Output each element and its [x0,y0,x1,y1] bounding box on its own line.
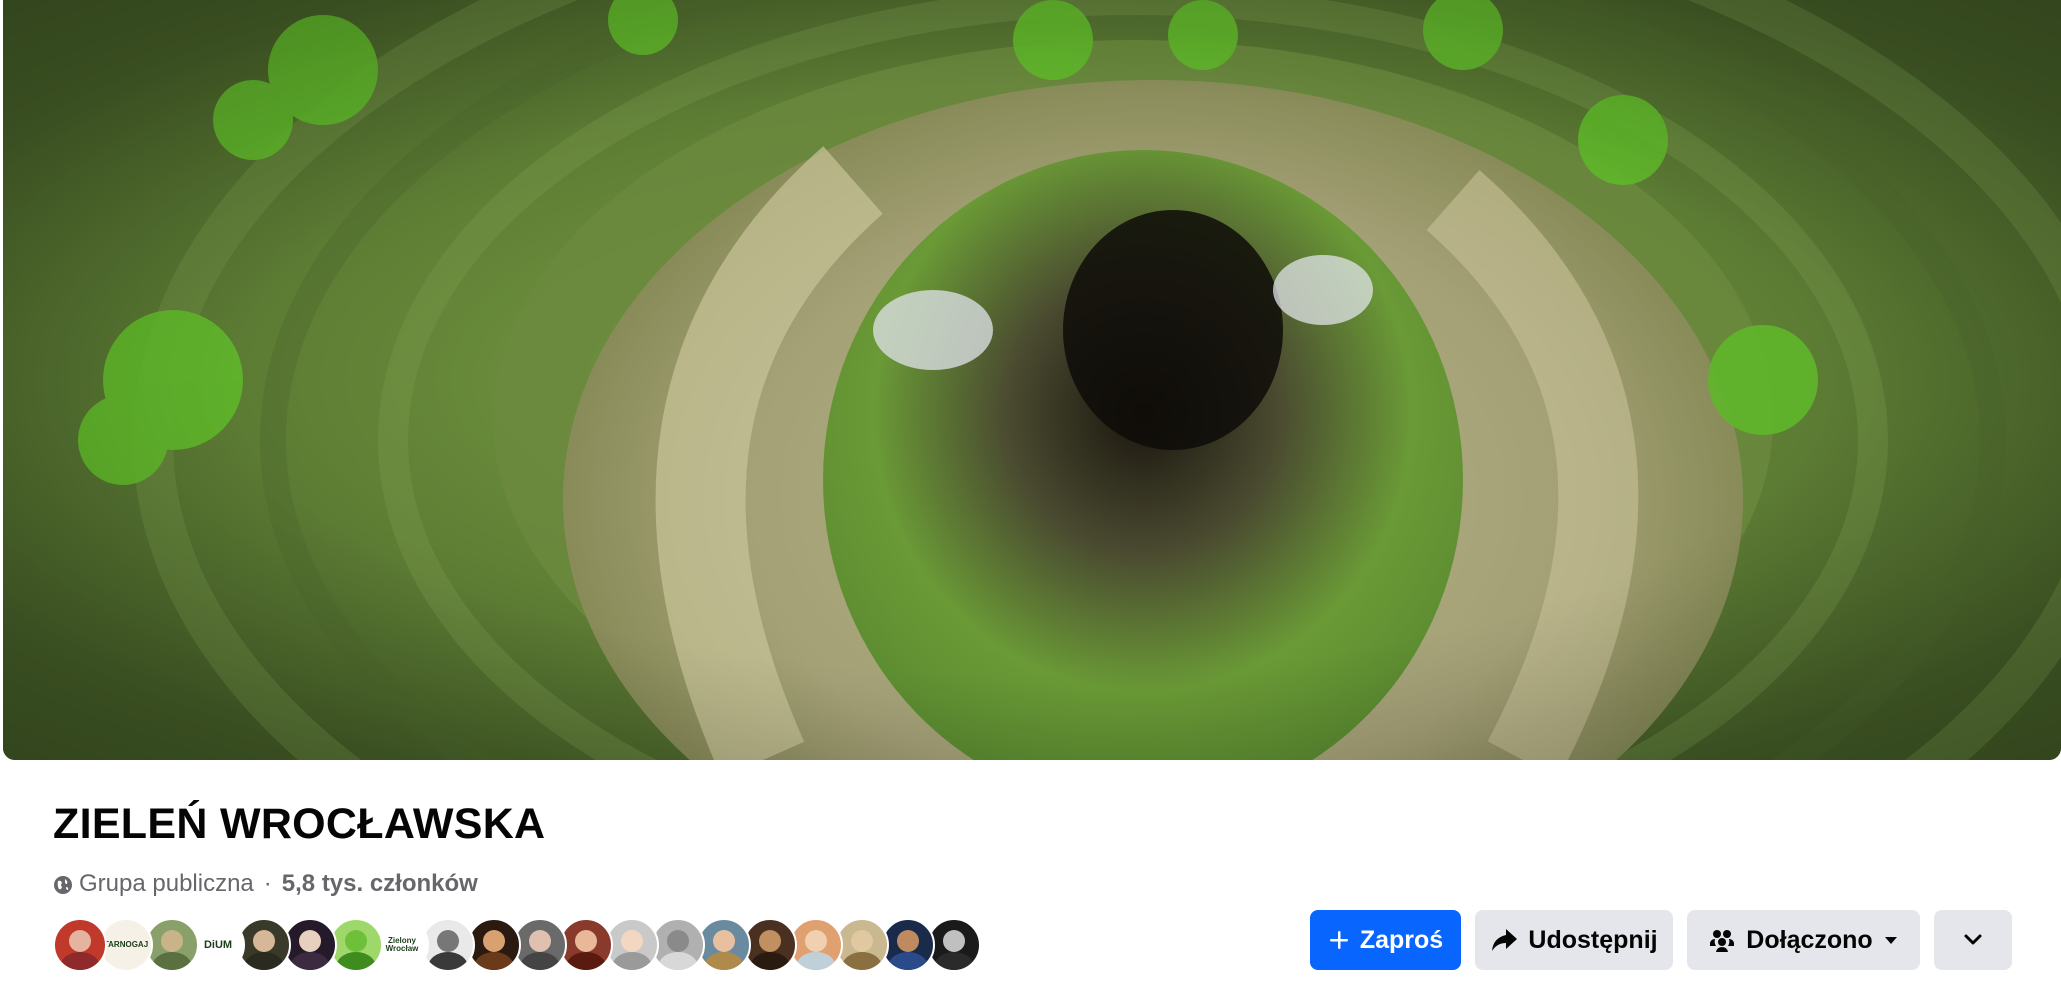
avatar-body [658,952,698,970]
plus-icon [1329,931,1348,949]
member-avatar[interactable]: TARNOGAJ [99,918,153,972]
member-avatar-label: Zielony Wrocław [385,936,419,953]
avatar-face [943,930,965,952]
avatar-body [750,952,790,970]
member-avatar[interactable] [513,918,567,972]
avatar-face [713,930,735,952]
member-avatar[interactable]: Zielony Wrocław [375,918,429,972]
member-avatar[interactable] [789,918,843,972]
more-options-button[interactable] [1934,910,2012,970]
avatar-body [520,952,560,970]
meta-separator: · [263,870,272,897]
share-icon [1492,929,1518,951]
avatar-body [244,952,284,970]
avatar-face [437,930,459,952]
group-page: ZIELEŃ WROCŁAWSKA Grupa publiczna · 5,8 … [0,0,2061,991]
avatar-face [575,930,597,952]
member-avatar[interactable] [835,918,889,972]
cover-photo[interactable] [3,0,2061,760]
avatar-face [759,930,781,952]
member-avatar-label: TARNOGAJ [103,940,149,949]
avatar-body [704,952,744,970]
member-avatar-label: DiUM [203,938,233,951]
invite-label: Zaproś [1359,925,1444,954]
member-avatars: TARNOGAJ DiUM Zielony Wrocław [53,918,981,972]
avatar-face [161,930,183,952]
member-avatar[interactable] [605,918,659,972]
member-avatar[interactable] [881,918,935,972]
member-avatar[interactable] [559,918,613,972]
joined-label: Dołączono [1746,925,1873,954]
cover-image [3,0,2061,760]
chevron-down-icon [1964,934,1982,945]
member-avatar[interactable] [329,918,383,972]
avatar-face [299,930,321,952]
member-avatar[interactable] [237,918,291,972]
avatar-face [851,930,873,952]
avatar-face [667,930,689,952]
member-avatar[interactable] [651,918,705,972]
member-avatar[interactable] [697,918,751,972]
share-label: Udostępnij [1528,925,1658,954]
avatar-body [888,952,928,970]
avatar-body [428,952,468,970]
avatar-face [253,930,275,952]
avatar-face [69,930,91,952]
avatar-body [290,952,330,970]
group-name: ZIELEŃ WROCŁAWSKA [53,800,546,848]
avatar-face [805,930,827,952]
avatar-face [897,930,919,952]
avatar-face [483,930,505,952]
avatar-body [796,952,836,970]
people-icon [1710,930,1735,952]
member-avatar[interactable]: DiUM [191,918,245,972]
member-count[interactable]: 5,8 tys. członków [282,870,478,898]
privacy-label[interactable]: Grupa publiczna [79,870,254,898]
avatar-body [842,952,882,970]
avatar-face [621,930,643,952]
share-button[interactable]: Udostępnij [1475,910,1673,970]
member-avatar[interactable] [53,918,107,972]
avatar-body [60,952,100,970]
avatar-face [529,930,551,952]
avatar-body [474,952,514,970]
group-meta: Grupa publiczna · 5,8 tys. członków [53,868,478,900]
group-actions: Zaproś Udostępnij Dołączono [1310,910,2012,970]
avatar-body [934,952,974,970]
avatar-face [345,930,367,952]
globe-icon [53,874,73,894]
member-avatar[interactable] [927,918,981,972]
caret-down-icon [1884,937,1897,944]
avatar-body [566,952,606,970]
joined-button[interactable]: Dołączono [1687,910,1920,970]
avatar-body [152,952,192,970]
member-avatar[interactable] [421,918,475,972]
invite-button[interactable]: Zaproś [1310,910,1461,970]
avatar-body [612,952,652,970]
member-avatar[interactable] [467,918,521,972]
member-avatar[interactable] [283,918,337,972]
member-avatar[interactable] [743,918,797,972]
avatar-body [336,952,376,970]
member-avatar[interactable] [145,918,199,972]
